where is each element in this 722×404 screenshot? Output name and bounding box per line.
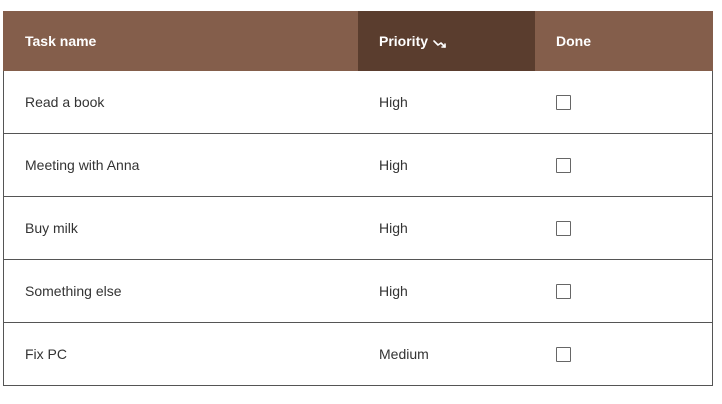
table-row: Something else High [3,260,713,323]
done-checkbox[interactable] [556,283,571,299]
table-header: Task name Priority Done [3,11,713,71]
table-row: Read a book High [3,71,713,134]
priority-cell: High [379,157,408,173]
done-checkbox[interactable] [556,346,571,362]
task-name-cell: Fix PC [25,346,67,362]
done-checkbox[interactable] [556,94,571,110]
task-name-cell: Buy milk [25,220,78,236]
done-checkbox[interactable] [556,220,571,236]
table-row: Buy milk High [3,197,713,260]
done-cell [535,71,712,133]
priority-cell: High [379,283,408,299]
task-name-cell: Read a book [25,94,105,110]
column-header-priority[interactable]: Priority [358,11,535,71]
done-cell [535,260,712,322]
priority-cell: High [379,94,408,110]
priority-cell: Medium [379,346,429,362]
priority-cell: High [379,220,408,236]
done-cell [535,134,712,196]
task-name-cell: Meeting with Anna [25,157,140,173]
column-header-label: Priority [379,33,429,49]
table-row: Meeting with Anna High [3,134,713,197]
column-header-task-name[interactable]: Task name [3,11,358,71]
column-header-label: Done [556,33,591,49]
table-row: Fix PC Medium [3,323,713,386]
task-name-cell: Something else [25,283,122,299]
done-cell [535,323,712,385]
column-header-done[interactable]: Done [535,11,713,71]
task-table: Task name Priority Done Read a book High… [3,11,713,386]
column-header-label: Task name [25,33,97,49]
done-cell [535,197,712,259]
done-checkbox[interactable] [556,157,571,173]
sort-descending-icon [433,36,447,48]
